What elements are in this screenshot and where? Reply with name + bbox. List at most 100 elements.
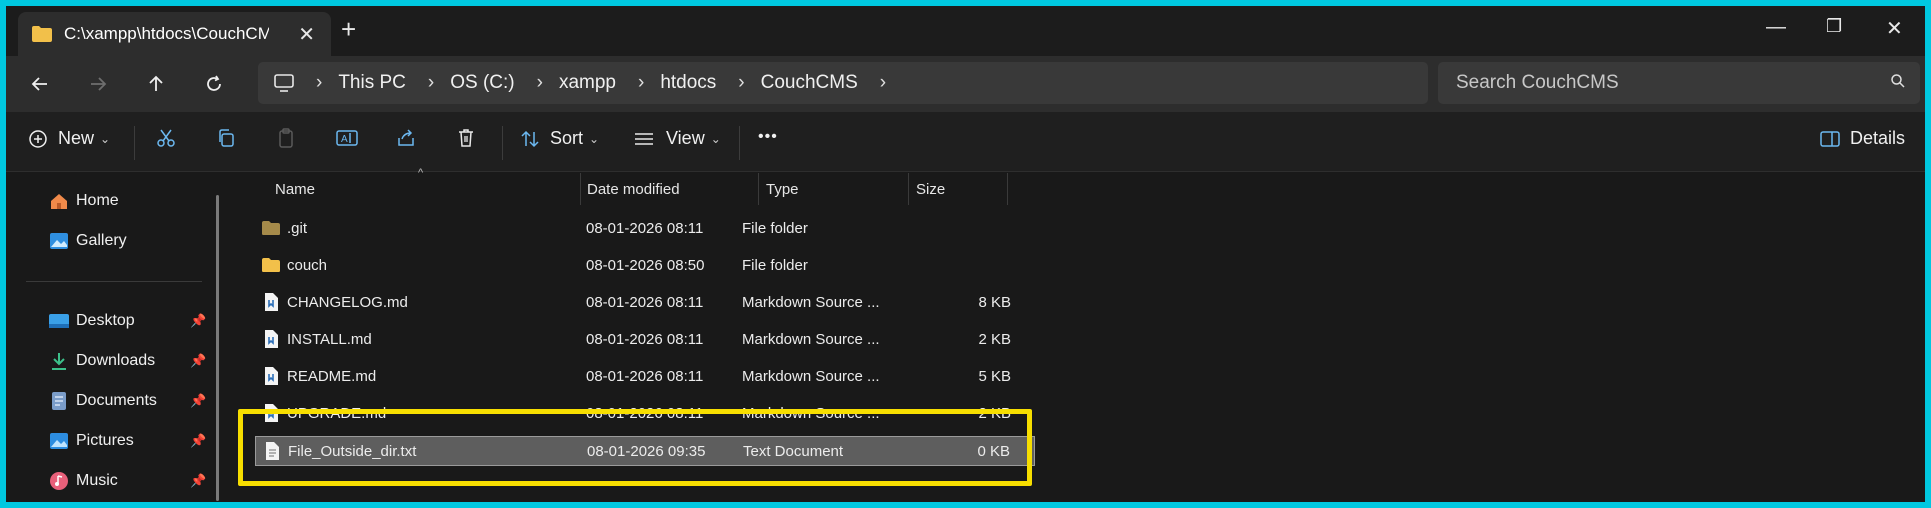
file-row-file-outside-dir[interactable]: File_Outside_dir.txt 08-01-2026 09:35 Te… (255, 436, 1035, 466)
file-type: File folder (742, 220, 808, 237)
pin-icon[interactable]: 📌 (190, 473, 206, 489)
breadcrumb-xampp[interactable]: xampp (559, 72, 616, 94)
sidebar-item-label: Desktop (76, 312, 135, 329)
tab-close-button[interactable]: ✕ (298, 22, 315, 47)
explorer-tab[interactable]: C:\xampp\htdocs\CouchCMS ✕ (18, 12, 331, 56)
sidebar-item-desktop[interactable]: Desktop (48, 310, 135, 332)
gallery-icon (48, 230, 70, 252)
navigation-bar: › This PC › OS (C:) › xampp › htdocs › C… (6, 56, 1925, 112)
sidebar-item-label: Documents (76, 392, 157, 409)
navigation-pane: Home Gallery Desktop 📌 Downloads 📌 Docum… (6, 173, 231, 502)
rename-icon: A (336, 130, 358, 146)
file-date: 08-01-2026 08:50 (586, 257, 705, 274)
view-list-icon (635, 132, 653, 145)
toolbar-divider (134, 126, 135, 160)
markdown-file-icon (265, 404, 278, 422)
column-header-type[interactable]: Type (766, 181, 799, 198)
sidebar-item-home[interactable]: Home (48, 190, 119, 212)
sidebar-item-gallery[interactable]: Gallery (48, 230, 127, 252)
view-button[interactable]: View ⌄ (634, 128, 721, 149)
desktop-icon (48, 310, 70, 332)
close-window-button[interactable]: ✕ (1886, 16, 1903, 41)
sidebar-scrollbar[interactable] (216, 195, 219, 501)
minimize-button[interactable]: — (1766, 16, 1786, 39)
new-button[interactable]: New ⌄ (28, 128, 110, 149)
folder-icon (32, 26, 52, 42)
refresh-button[interactable] (198, 68, 230, 100)
file-row-upgrade[interactable]: UPGRADE.md 08-01-2026 08:11 Markdown Sou… (255, 399, 1035, 429)
sort-button[interactable]: Sort ⌄ (520, 128, 599, 149)
file-row-git[interactable]: .git 08-01-2026 08:11 File folder (255, 214, 1035, 244)
delete-button[interactable] (456, 128, 476, 148)
new-tab-button[interactable]: + (341, 16, 356, 42)
copy-icon (219, 129, 234, 147)
toolbar-divider (502, 126, 503, 160)
share-button[interactable] (396, 128, 416, 148)
file-name: couch (287, 257, 328, 274)
file-name: .git (287, 220, 308, 237)
search-icon (1891, 74, 1905, 88)
tab-title: C:\xampp\htdocs\CouchCMS (64, 24, 269, 43)
folder-icon (262, 221, 280, 235)
file-size: 2 KB (978, 405, 1011, 422)
copy-button[interactable] (216, 128, 236, 148)
paste-button[interactable] (276, 128, 296, 148)
file-row-changelog[interactable]: CHANGELOG.md 08-01-2026 08:11 Markdown S… (255, 288, 1035, 318)
file-type: Markdown Source ... (742, 368, 880, 385)
folder-icon (262, 258, 280, 272)
chevron-down-icon: ⌄ (589, 131, 600, 146)
sidebar-item-music[interactable]: Music (48, 470, 118, 492)
breadcrumb-this-pc[interactable]: This PC (338, 72, 406, 94)
file-name: README.md (287, 368, 377, 385)
details-pane-button[interactable]: Details (1820, 128, 1905, 149)
sidebar-item-pictures[interactable]: Pictures (48, 430, 134, 452)
sidebar-item-downloads[interactable]: Downloads (48, 350, 155, 372)
pin-icon[interactable]: 📌 (190, 313, 206, 329)
file-type: Text Document (743, 443, 844, 460)
forward-button[interactable] (82, 68, 114, 100)
see-more-button[interactable]: ••• (758, 128, 778, 146)
sidebar-item-label: Pictures (76, 432, 134, 449)
search-placeholder: Search CouchCMS (1456, 72, 1619, 93)
column-header-name[interactable]: Name (275, 181, 315, 198)
music-icon (48, 470, 70, 492)
search-box[interactable]: Search CouchCMS (1438, 62, 1920, 104)
breadcrumb-couchcms[interactable]: CouchCMS (761, 72, 858, 94)
pin-icon[interactable]: 📌 (190, 353, 206, 369)
plus-circle-icon (29, 129, 47, 148)
file-row-readme[interactable]: README.md 08-01-2026 08:11 Markdown Sour… (255, 362, 1035, 392)
file-name: UPGRADE.md (287, 405, 387, 422)
breadcrumb-separator: › (316, 72, 323, 93)
back-button[interactable] (24, 68, 56, 100)
home-icon (48, 190, 70, 212)
refresh-icon (207, 75, 221, 91)
breadcrumb-separator[interactable]: › (880, 72, 886, 94)
column-header-size[interactable]: Size (916, 181, 945, 198)
breadcrumb-htdocs[interactable]: htdocs (660, 72, 716, 94)
breadcrumb-os-c[interactable]: OS (C:) (450, 72, 514, 94)
sort-label: Sort (550, 128, 584, 148)
file-size: 5 KB (978, 368, 1011, 385)
column-divider[interactable] (580, 173, 581, 205)
pictures-icon (48, 430, 70, 452)
file-type: Markdown Source ... (742, 294, 880, 311)
restore-button[interactable]: ❐ (1826, 16, 1842, 37)
up-button[interactable] (140, 68, 172, 100)
file-size: 0 KB (977, 443, 1010, 460)
pin-icon[interactable]: 📌 (190, 393, 206, 409)
column-divider[interactable] (758, 173, 759, 205)
sidebar-item-documents[interactable]: Documents (48, 390, 157, 412)
column-divider[interactable] (908, 173, 909, 205)
address-bar[interactable]: › This PC › OS (C:) › xampp › htdocs › C… (258, 62, 1428, 104)
column-header-row: ^ Name Date modified Type Size (231, 167, 1925, 205)
column-divider[interactable] (1007, 173, 1008, 205)
pin-icon[interactable]: 📌 (190, 433, 206, 449)
column-header-date[interactable]: Date modified (587, 181, 680, 198)
cut-button[interactable] (156, 128, 176, 148)
rename-button[interactable]: A (336, 128, 358, 148)
file-row-couch[interactable]: couch 08-01-2026 08:50 File folder (255, 251, 1035, 281)
file-row-install[interactable]: INSTALL.md 08-01-2026 08:11 Markdown Sou… (255, 325, 1035, 355)
file-date: 08-01-2026 09:35 (587, 443, 706, 460)
details-pane-icon (1820, 130, 1840, 147)
command-bar: New ⌄ A Sort ⌄ View ⌄ ••• Details (6, 112, 1925, 172)
